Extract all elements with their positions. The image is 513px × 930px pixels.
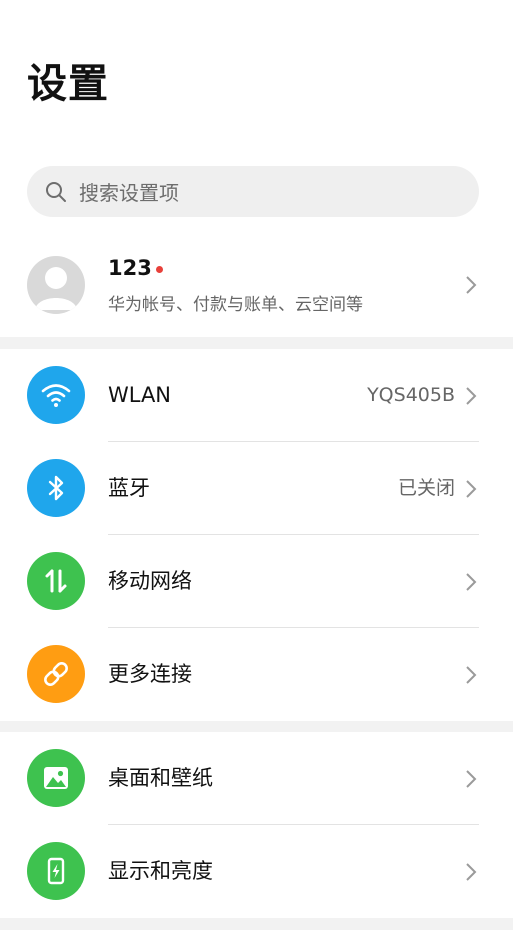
notification-dot <box>155 265 163 273</box>
mobile-data-icon <box>27 552 85 610</box>
settings-item-value: YQS405B <box>367 384 455 406</box>
settings-item-label: 显示和亮度 <box>108 859 213 883</box>
avatar <box>27 256 85 314</box>
link-icon <box>27 645 85 703</box>
settings-item-label: 桌面和壁纸 <box>108 766 213 790</box>
chevron-right-icon <box>465 572 477 592</box>
account-subtitle: 华为帐号、付款与账单、云空间等 <box>108 295 363 315</box>
display-brightness-icon <box>27 842 85 900</box>
chevron-right-icon <box>465 479 477 499</box>
settings-item-label: 更多连接 <box>108 662 192 686</box>
settings-item-value: 已关闭 <box>397 477 455 499</box>
settings-item-mobile-network[interactable]: 移动网络 <box>0 535 513 628</box>
wallpaper-icon <box>27 749 85 807</box>
settings-item-label: 移动网络 <box>108 569 192 593</box>
search-bar[interactable]: 搜索设置项 <box>27 166 479 217</box>
settings-item-bluetooth[interactable]: 蓝牙 已关闭 <box>0 442 513 535</box>
top-panel: 设置 搜索设置项 123 华为帐号、付款与账单、云空间等 <box>0 0 513 337</box>
chevron-right-icon <box>465 275 477 295</box>
connectivity-section: WLAN YQS405B 蓝牙 已关闭 移动网络 更多连接 <box>0 349 513 721</box>
settings-item-display-brightness[interactable]: 显示和亮度 <box>0 825 513 918</box>
page-title: 设置 <box>27 61 109 107</box>
settings-item-label: 蓝牙 <box>108 476 150 500</box>
account-name: 123 <box>108 256 152 280</box>
chevron-right-icon <box>465 386 477 406</box>
settings-item-more-connections[interactable]: 更多连接 <box>0 628 513 721</box>
bluetooth-icon <box>27 459 85 517</box>
settings-item-wlan[interactable]: WLAN YQS405B <box>0 349 513 442</box>
display-section: 桌面和壁纸 显示和亮度 <box>0 732 513 918</box>
settings-item-wallpaper[interactable]: 桌面和壁纸 <box>0 732 513 825</box>
wifi-icon <box>27 366 85 424</box>
chevron-right-icon <box>465 665 477 685</box>
chevron-right-icon <box>465 769 477 789</box>
account-row[interactable]: 123 华为帐号、付款与账单、云空间等 <box>0 234 513 334</box>
account-name-row: 123 <box>108 256 163 280</box>
settings-item-label: WLAN <box>108 383 172 407</box>
search-icon <box>45 181 67 203</box>
chevron-right-icon <box>465 862 477 882</box>
search-placeholder: 搜索设置项 <box>79 181 179 205</box>
